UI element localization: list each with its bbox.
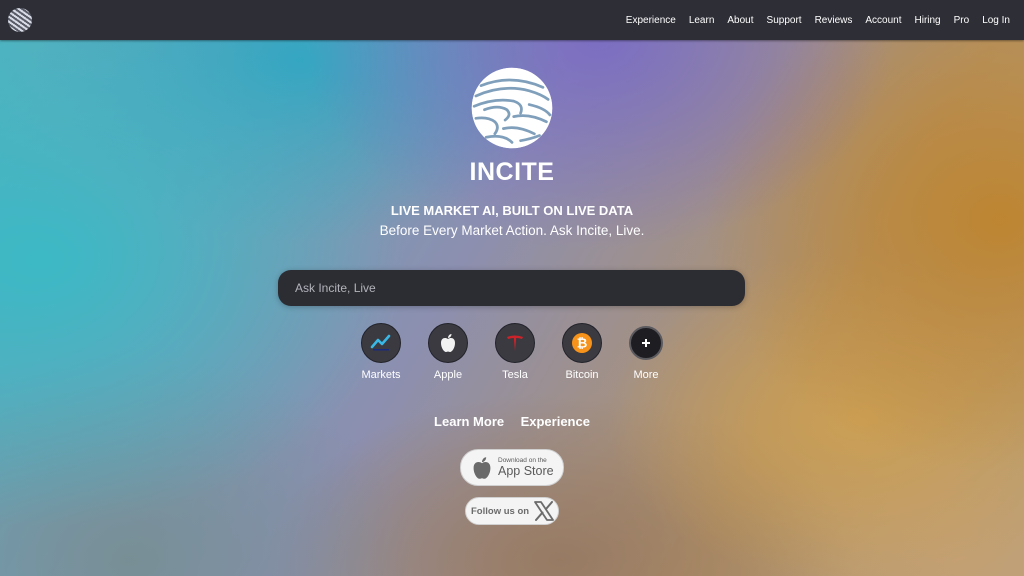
tesla-icon: [507, 335, 523, 351]
app-store-badge[interactable]: Download on the App Store: [460, 449, 564, 486]
tesla-label: Tesla: [502, 369, 528, 381]
incite-brand-logo-icon: [471, 67, 553, 149]
hero-subtagline: Before Every Market Action. Ask Incite, …: [379, 223, 645, 238]
top-navigation-bar: Experience Learn About Support Reviews A…: [0, 0, 1024, 40]
nav-reviews[interactable]: Reviews: [815, 15, 853, 26]
nav-about[interactable]: About: [727, 15, 753, 26]
hero-tagline: LIVE MARKET AI, BUILT ON LIVE DATA: [390, 203, 634, 218]
learn-more-link[interactable]: Learn More: [434, 414, 504, 429]
more-label: More: [633, 369, 659, 381]
nav-log-in[interactable]: Log In: [982, 15, 1010, 26]
bitcoin-icon: ₿: [572, 333, 592, 353]
markets-chart-icon: [370, 334, 391, 351]
nav-support[interactable]: Support: [767, 15, 802, 26]
main-nav: Experience Learn About Support Reviews A…: [613, 0, 1010, 40]
quick-action-more[interactable]: More: [608, 323, 684, 381]
plus-icon: [642, 339, 650, 347]
brand-name: INCITE: [469, 158, 555, 186]
svg-text:₿: ₿: [577, 337, 588, 352]
app-store-big-text: App Store: [498, 464, 554, 478]
bitcoin-button[interactable]: ₿: [562, 323, 602, 363]
main-content: INCITE LIVE MARKET AI, BUILT ON LIVE DAT…: [0, 40, 1024, 576]
app-store-text: Download on the App Store: [498, 457, 554, 478]
quick-action-tesla[interactable]: Tesla: [477, 323, 553, 381]
apple-label: Apple: [433, 369, 463, 381]
markets-button[interactable]: [361, 323, 401, 363]
nav-pro[interactable]: Pro: [954, 15, 970, 26]
search-bar: [278, 270, 745, 306]
markets-label: Markets: [361, 369, 401, 381]
apple-button[interactable]: [428, 323, 468, 363]
nav-account[interactable]: Account: [865, 15, 901, 26]
secondary-links: Learn More Experience: [0, 413, 1024, 431]
follow-text: Follow us on: [471, 505, 530, 517]
nav-experience[interactable]: Experience: [626, 15, 676, 26]
quick-action-apple[interactable]: Apple: [410, 323, 486, 381]
experience-link[interactable]: Experience: [521, 414, 590, 429]
quick-actions: Markets Apple Tesla ₿ Bitcoin More: [0, 323, 1024, 393]
search-input[interactable]: [278, 270, 745, 306]
quick-action-markets[interactable]: Markets: [343, 323, 419, 381]
apple-icon: [441, 334, 455, 352]
follow-on-x-badge[interactable]: Follow us on: [465, 497, 559, 525]
nav-hiring[interactable]: Hiring: [915, 15, 941, 26]
incite-logo-icon[interactable]: [8, 8, 32, 32]
x-logo-icon: [534, 501, 554, 521]
nav-learn[interactable]: Learn: [689, 15, 715, 26]
tesla-button[interactable]: [495, 323, 535, 363]
apple-logo-icon: [473, 456, 491, 479]
more-button[interactable]: [629, 326, 663, 360]
